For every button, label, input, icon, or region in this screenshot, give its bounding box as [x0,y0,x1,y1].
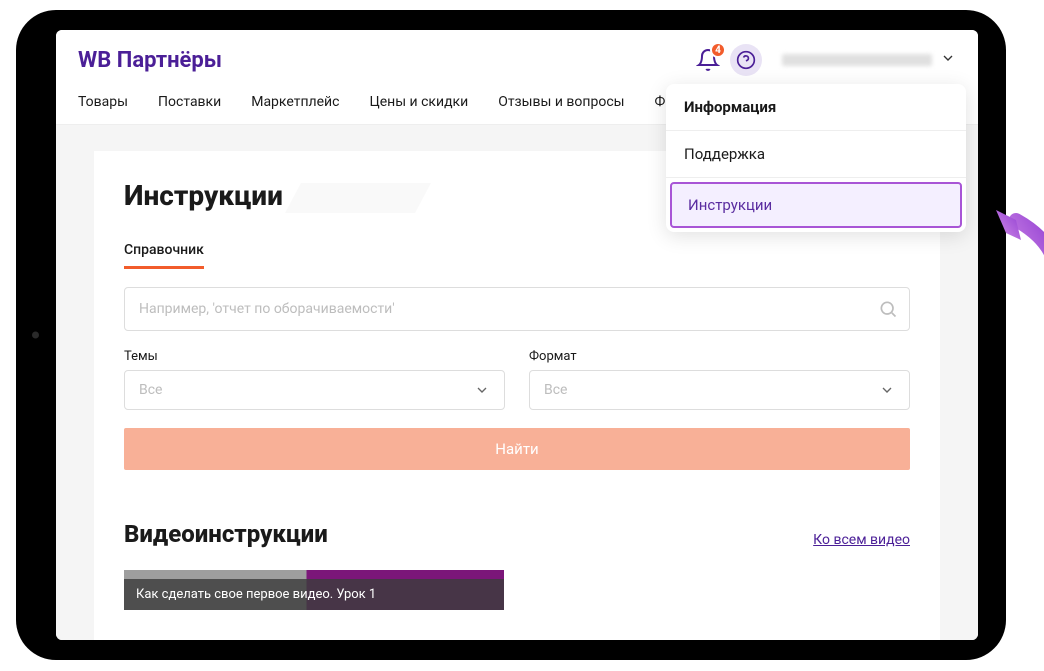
notifications-button[interactable]: 4 [696,48,720,72]
screen: WB Партнёры 4 Информация [56,30,978,640]
filter-format: Формат Все [529,349,910,410]
header: WB Партнёры 4 Информация [56,30,978,84]
format-select[interactable]: Все [529,370,910,410]
user-name [782,54,932,66]
dropdown-title: Информация [666,84,966,131]
video-section-header: Видеоинструкции Ко всем видео [124,520,910,548]
format-value: Все [544,382,567,398]
tablet-frame: WB Партнёры 4 Информация [16,10,1006,660]
video-card-title: Как сделать свое первое видео. Урок 1 [124,579,504,610]
help-dropdown: Информация Поддержка Инструкции [666,84,966,232]
nav-supplies[interactable]: Поставки [158,94,221,110]
tab-row: Справочник [124,242,910,269]
chevron-down-icon [879,382,895,398]
topic-label: Темы [124,349,505,364]
dropdown-item-instructions[interactable]: Инструкции [670,182,962,228]
tab-reference[interactable]: Справочник [124,242,204,269]
notification-badge: 4 [710,42,726,58]
nav-prices[interactable]: Цены и скидки [369,94,468,110]
help-button[interactable] [730,44,762,76]
all-videos-link[interactable]: Ко всем видео [813,532,910,548]
page-title: Инструкции [124,179,283,212]
header-right: 4 Информация Поддержка Инструкции [696,44,956,76]
filters: Темы Все Формат Все [124,349,910,410]
topic-select[interactable]: Все [124,370,505,410]
logo: WB Партнёры [78,48,222,73]
video-heading: Видеоинструкции [124,520,328,548]
search-input[interactable] [124,287,910,331]
video-card[interactable]: Как сделать свое первое видео. Урок 1 [124,570,504,610]
filter-topic: Темы Все [124,349,505,410]
nav-marketplace[interactable]: Маркетплейс [251,94,339,110]
chevron-down-icon [940,50,956,70]
dropdown-item-support[interactable]: Поддержка [666,131,966,178]
search-icon [878,299,898,319]
search-row [124,287,910,331]
find-button[interactable]: Найти [124,428,910,470]
user-menu[interactable] [782,50,956,70]
topic-value: Все [139,382,162,398]
help-icon [736,50,756,70]
nav-reviews[interactable]: Отзывы и вопросы [498,94,624,110]
chevron-down-icon [474,382,490,398]
nav-products[interactable]: Товары [78,94,128,110]
format-label: Формат [529,349,910,364]
